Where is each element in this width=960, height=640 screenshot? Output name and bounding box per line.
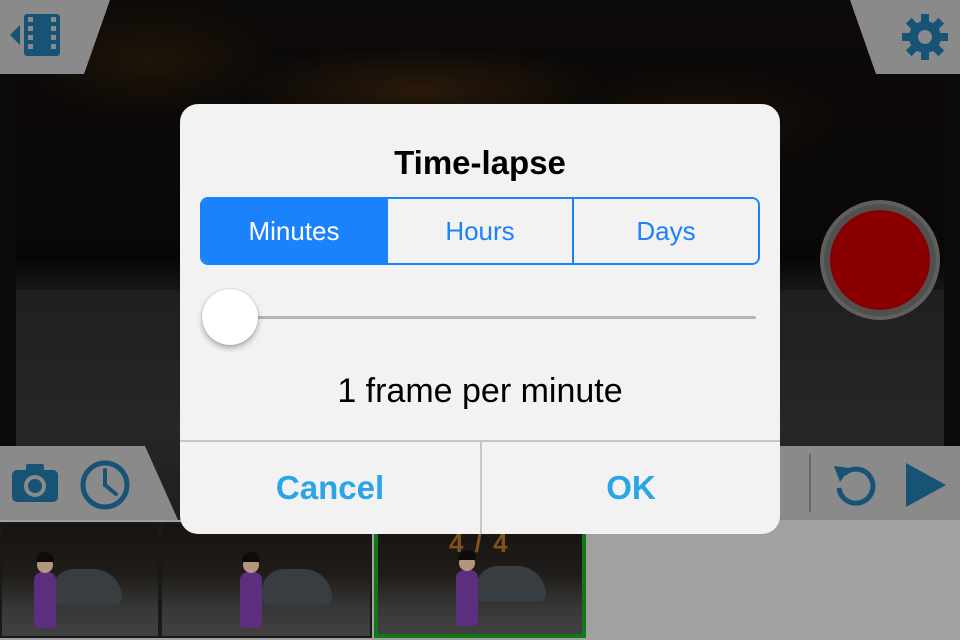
cancel-button[interactable]: Cancel [180, 442, 480, 534]
segment-hours[interactable]: Hours [386, 199, 572, 263]
segment-days[interactable]: Days [572, 199, 758, 263]
dialog-title: Time-lapse [394, 144, 566, 181]
ok-button[interactable]: OK [482, 442, 780, 534]
frame-rate-label: 1 frame per minute [337, 372, 623, 410]
interval-unit-segmented-control: Minutes Hours Days [200, 197, 760, 265]
interval-slider-track[interactable] [230, 316, 756, 319]
segment-minutes[interactable]: Minutes [202, 199, 386, 263]
interval-slider-thumb[interactable] [202, 289, 258, 345]
time-lapse-dialog: Time-lapse Minutes Hours Days 1 frame pe… [180, 104, 780, 534]
